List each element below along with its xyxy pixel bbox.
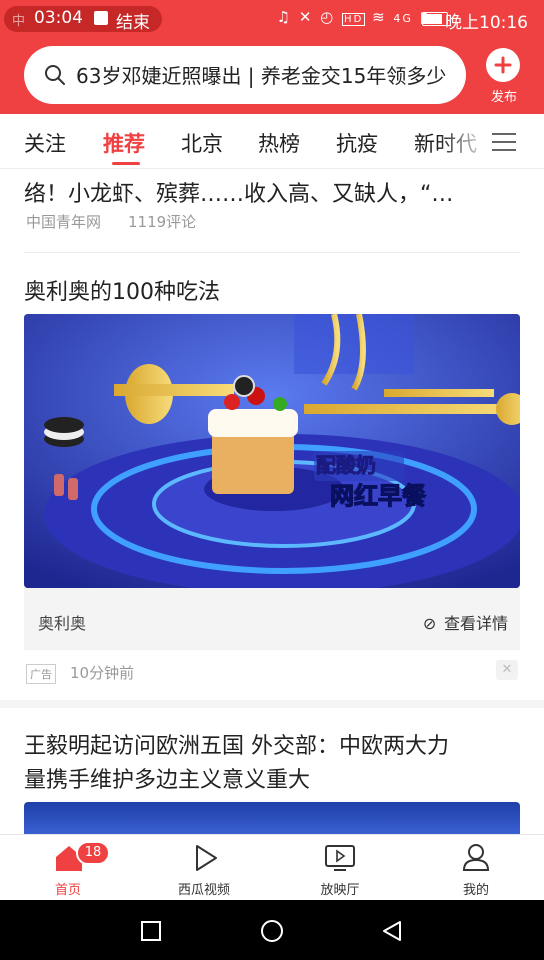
- article-comments: 1119评论: [128, 213, 197, 231]
- bottom-nav: 首页 18 西瓜视频 放映厅 我的: [0, 834, 544, 901]
- article-source: 中国青年网: [26, 213, 102, 231]
- active-tab-indicator: [112, 162, 140, 165]
- play-icon: [196, 845, 217, 871]
- channel-tabs: 关注 推荐 北京 热榜 抗疫 新时代: [0, 114, 544, 169]
- plus-icon: [486, 48, 520, 82]
- back-icon[interactable]: [380, 919, 404, 943]
- ad-footer[interactable]: 奥利奥 ⊘ 查看详情: [24, 588, 520, 650]
- nav-xigua-label: 西瓜视频: [177, 883, 230, 898]
- ad-tag: 广告: [26, 664, 56, 684]
- network-label: 4G: [393, 12, 413, 25]
- mute-icon: ✕: [298, 8, 314, 26]
- tv-icon: [325, 845, 355, 871]
- tab-beijing[interactable]: 北京: [181, 128, 223, 158]
- ad-cta-label: 查看详情: [443, 614, 508, 633]
- status-icons: ♫ ✕ ◴ HD ≋ 4G ▮: [277, 8, 430, 26]
- link-icon: ⊘: [422, 614, 437, 633]
- call-timer: 03:04: [34, 8, 83, 28]
- wifi-icon: ≋: [372, 8, 387, 26]
- tab-follow[interactable]: 关注: [24, 128, 66, 158]
- nav-theater[interactable]: 放映厅: [290, 835, 390, 901]
- alarm-icon: ◴: [320, 8, 336, 26]
- menu-icon[interactable]: [490, 132, 518, 152]
- notification-badge: 18: [76, 841, 110, 865]
- headset-icon: ♫: [276, 8, 293, 26]
- ad-illustration: 配酸奶 网红早餐: [24, 314, 520, 588]
- ad-brand: 奥利奥: [38, 614, 87, 633]
- close-icon[interactable]: ✕: [496, 660, 518, 680]
- nav-xigua-video[interactable]: 西瓜视频: [154, 835, 254, 901]
- article-title[interactable]: 络！小龙虾、殡葬……收入高、又缺人，“…: [24, 176, 453, 208]
- tab-fade: [440, 114, 490, 168]
- search-icon: [45, 65, 65, 85]
- nav-mine[interactable]: 我的: [426, 835, 526, 901]
- ad-title[interactable]: 奥利奥的100种吃法: [24, 274, 220, 306]
- article-image[interactable]: [24, 802, 520, 838]
- carrier-icon: 中: [12, 14, 26, 29]
- recents-icon[interactable]: [140, 920, 162, 942]
- search-placeholder[interactable]: 63岁邓婕近照曝出 | 养老金交15年领多少: [76, 60, 446, 89]
- tab-recommend[interactable]: 推荐: [103, 128, 145, 158]
- status-bar: 中 03:04 结束 ♫ ✕ ◴ HD ≋ 4G ▮ 晚上10:16: [0, 0, 544, 36]
- nav-home-label: 首页: [54, 883, 81, 898]
- article-title-line-2[interactable]: 量携手维护多边主义意义重大: [24, 762, 310, 794]
- end-call-icon: [94, 11, 108, 25]
- publish-button[interactable]: 发布: [480, 48, 528, 108]
- ad-time: 10分钟前: [70, 664, 135, 682]
- user-icon: [462, 844, 490, 871]
- tab-epidemic[interactable]: 抗疫: [336, 128, 378, 158]
- system-nav-bar: [0, 900, 544, 960]
- end-call-label[interactable]: 结束: [116, 8, 150, 33]
- hd-icon: HD: [342, 13, 366, 26]
- tab-hot[interactable]: 热榜: [258, 128, 300, 158]
- publish-label: 发布: [490, 90, 517, 105]
- nav-mine-label: 我的: [462, 883, 489, 898]
- clock: 晚上10:16: [445, 13, 528, 33]
- nav-theater-label: 放映厅: [320, 883, 360, 898]
- ad-caption-1: 配酸奶: [316, 453, 376, 477]
- home-circle-icon[interactable]: [260, 919, 284, 943]
- ad-cta-button[interactable]: ⊘ 查看详情: [423, 610, 508, 634]
- search-bar[interactable]: 63岁邓婕近照曝出 | 养老金交15年领多少: [24, 46, 466, 104]
- ad-caption-2: 网红早餐: [330, 482, 427, 510]
- section-divider: [0, 700, 544, 708]
- divider: [24, 252, 520, 253]
- ad-image[interactable]: 配酸奶 网红早餐: [24, 314, 520, 588]
- article-title-line-1[interactable]: 王毅明起访问欧洲五国 外交部：中欧两大力: [24, 728, 449, 760]
